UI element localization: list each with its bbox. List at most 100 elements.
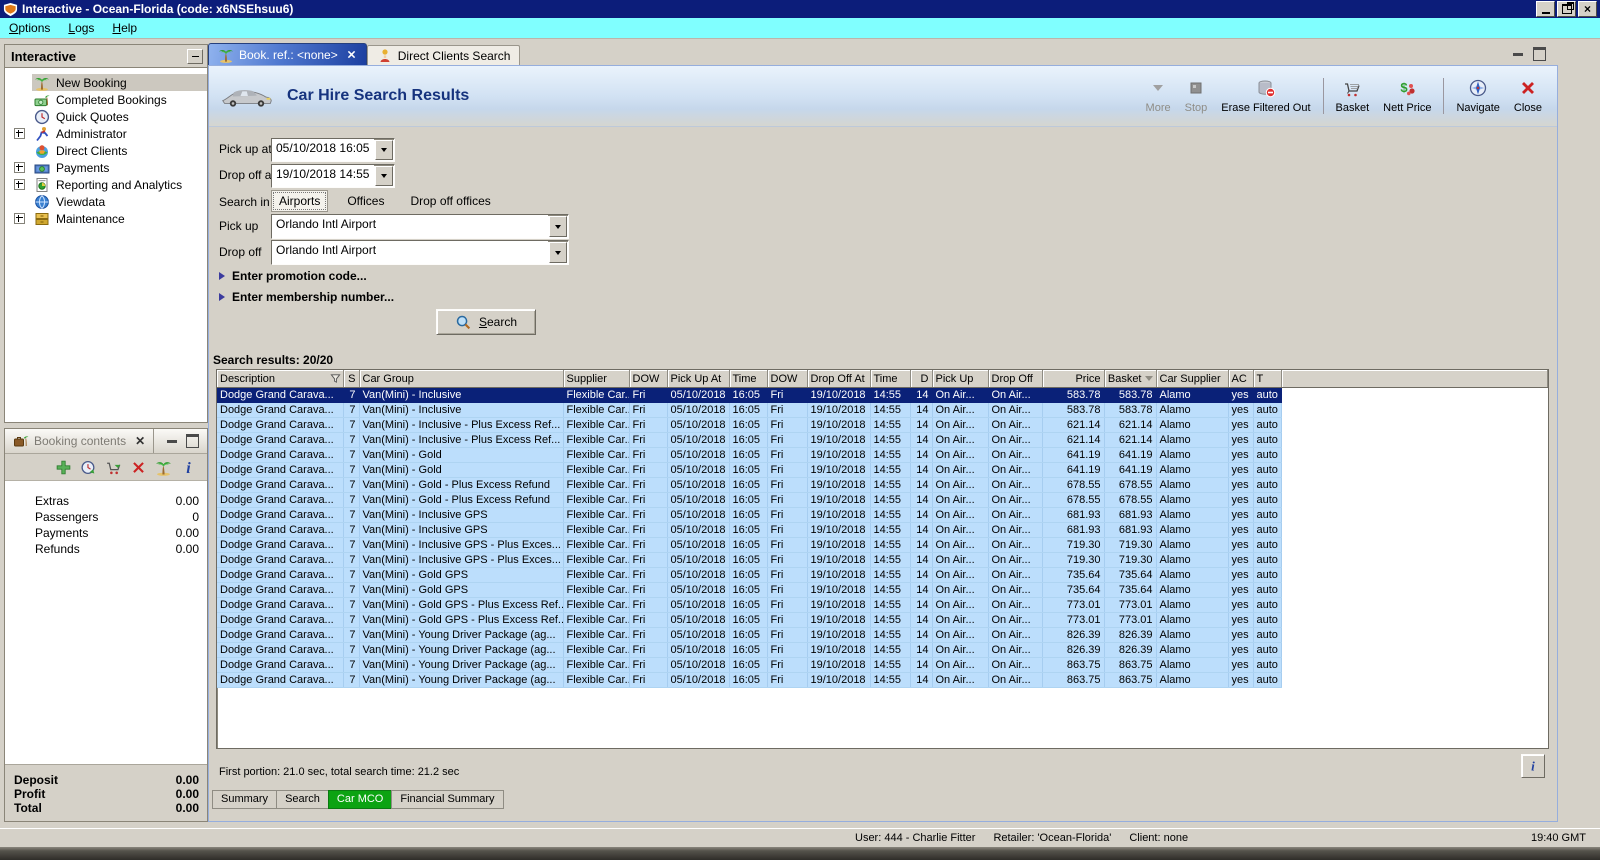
- info-button[interactable]: i: [1521, 754, 1545, 778]
- refresh-icon[interactable]: [80, 459, 97, 476]
- column-header-supplier[interactable]: Supplier: [563, 370, 630, 388]
- pickup-combo[interactable]: Orlando Intl Airport: [271, 214, 569, 239]
- table-row[interactable]: Dodge Grand Carava... 7 Van(Mini) - Gold G…: [217, 582, 1548, 598]
- panel-maximize-icon[interactable]: [1533, 47, 1546, 61]
- table-row[interactable]: Dodge Grand Carava... 7 Van(Mini) - Gold G…: [217, 612, 1548, 628]
- menu-item-options[interactable]: Options: [0, 19, 59, 37]
- panel-minimize-icon[interactable]: [167, 439, 177, 443]
- sidebar-item-payments[interactable]: Payments: [5, 159, 207, 176]
- table-row[interactable]: Dodge Grand Carava... 7 Van(Mini) - Inclus…: [217, 402, 1548, 418]
- chevron-down-icon[interactable]: [549, 216, 567, 237]
- chevron-down-icon[interactable]: [375, 166, 393, 186]
- membership-number-expander[interactable]: Enter membership number...: [219, 290, 394, 304]
- dropoff-value[interactable]: Orlando Intl Airport: [272, 241, 548, 264]
- column-header-description[interactable]: Description: [217, 370, 344, 388]
- toolbar-button-nett-price[interactable]: $ Nett Price: [1376, 72, 1438, 120]
- table-row[interactable]: Dodge Grand Carava... 7 Van(Mini) - Gold Fl…: [217, 447, 1548, 463]
- minimize-button[interactable]: [1536, 1, 1555, 17]
- search-button[interactable]: Search: [436, 309, 536, 335]
- add-icon[interactable]: [55, 459, 72, 476]
- column-header-car_supplier[interactable]: Car Supplier: [1156, 370, 1229, 388]
- search-in-option-airports[interactable]: Airports: [271, 190, 329, 212]
- column-header-dow1[interactable]: DOW: [629, 370, 668, 388]
- menu-item-help[interactable]: Help: [103, 19, 146, 37]
- dropoff-at-value[interactable]: 19/10/2018 14:55: [272, 165, 374, 187]
- table-row[interactable]: Dodge Grand Carava... 7 Van(Mini) - Young …: [217, 627, 1548, 643]
- column-header-dow2[interactable]: DOW: [767, 370, 808, 388]
- dropoff-at-combo[interactable]: 19/10/2018 14:55: [271, 164, 395, 188]
- sidebar-item-new-booking[interactable]: New Booking: [5, 74, 207, 91]
- panel-maximize-icon[interactable]: [186, 434, 199, 448]
- sidebar-item-quick-quotes[interactable]: Quick Quotes: [5, 108, 207, 125]
- pickup-value[interactable]: Orlando Intl Airport: [272, 215, 548, 238]
- table-row[interactable]: Dodge Grand Carava... 7 Van(Mini) - Young …: [217, 672, 1548, 688]
- bottom-tab-financial-summary[interactable]: Financial Summary: [391, 790, 504, 809]
- tab-close-icon[interactable]: [346, 49, 357, 60]
- table-row[interactable]: Dodge Grand Carava... 7 Van(Mini) - Inclus…: [217, 432, 1548, 448]
- toolbar-button-basket[interactable]: Basket: [1329, 72, 1377, 120]
- table-row[interactable]: Dodge Grand Carava... 7 Van(Mini) - Inclus…: [217, 522, 1548, 538]
- tree-expander-icon[interactable]: [14, 213, 25, 224]
- table-row[interactable]: Dodge Grand Carava... 7 Van(Mini) - Gold G…: [217, 597, 1548, 613]
- tab-book-ref-none[interactable]: Book. ref.: <none>: [208, 43, 367, 65]
- column-header-car_group[interactable]: Car Group: [359, 370, 564, 388]
- column-header-time2[interactable]: Time: [870, 370, 911, 388]
- table-row[interactable]: Dodge Grand Carava... 7 Van(Mini) - Gold G…: [217, 567, 1548, 583]
- cart-add-icon[interactable]: [105, 459, 122, 476]
- tab-direct-clients-search[interactable]: Direct Clients Search: [366, 45, 521, 65]
- sidebar-item-reporting-and-analytics[interactable]: Reporting and Analytics: [5, 176, 207, 193]
- pickup-at-value[interactable]: 05/10/2018 16:05: [272, 139, 374, 161]
- toolbar-button-navigate[interactable]: Navigate: [1449, 72, 1506, 120]
- pickup-at-combo[interactable]: 05/10/2018 16:05: [271, 138, 395, 162]
- table-row[interactable]: Dodge Grand Carava... 7 Van(Mini) - Gold -…: [217, 477, 1548, 493]
- promotion-code-expander[interactable]: Enter promotion code...: [219, 269, 367, 283]
- toolbar-button-close[interactable]: Close: [1507, 72, 1549, 120]
- bottom-tab-summary[interactable]: Summary: [212, 790, 278, 809]
- sidebar-item-viewdata[interactable]: Viewdata: [5, 193, 207, 210]
- delete-icon[interactable]: [130, 459, 147, 476]
- chevron-down-icon[interactable]: [549, 242, 567, 263]
- column-header-dropoff_at[interactable]: Drop Off At: [807, 370, 871, 388]
- column-header-s[interactable]: S: [343, 370, 360, 388]
- booking-contents-tab[interactable]: Booking contents ✕: [5, 429, 155, 453]
- column-header-dropoff[interactable]: Drop Off: [988, 370, 1043, 388]
- table-row[interactable]: Dodge Grand Carava... 7 Van(Mini) - Inclus…: [217, 537, 1548, 553]
- chevron-down-icon[interactable]: [375, 140, 393, 160]
- sidebar-item-direct-clients[interactable]: Direct Clients: [5, 142, 207, 159]
- tree-expander-icon[interactable]: [14, 128, 25, 139]
- column-header-pickup_at[interactable]: Pick Up At: [667, 370, 730, 388]
- sidebar-item-maintenance[interactable]: Maintenance: [5, 210, 207, 227]
- column-header-d[interactable]: D: [910, 370, 933, 388]
- bottom-tab-search[interactable]: Search: [276, 790, 329, 809]
- toolbar-button-erase-filtered-out[interactable]: Erase Filtered Out: [1214, 72, 1317, 120]
- table-row[interactable]: Dodge Grand Carava... 7 Van(Mini) - Inclus…: [217, 417, 1548, 433]
- palm-icon[interactable]: [155, 459, 172, 476]
- info-icon[interactable]: i: [180, 459, 197, 475]
- column-header-basket[interactable]: Basket: [1104, 370, 1157, 388]
- bottom-tab-car-mco[interactable]: Car MCO: [327, 790, 393, 809]
- column-header-pickup[interactable]: Pick Up: [932, 370, 989, 388]
- restore-button[interactable]: [1557, 1, 1576, 17]
- menu-item-logs[interactable]: Logs: [59, 19, 103, 37]
- table-row[interactable]: Dodge Grand Carava... 7 Van(Mini) - Inclus…: [217, 552, 1548, 568]
- close-panel-icon[interactable]: ✕: [135, 434, 145, 448]
- search-in-option-offices[interactable]: Offices: [340, 191, 391, 211]
- column-header-ac[interactable]: AC: [1228, 370, 1254, 388]
- column-header-time1[interactable]: Time: [729, 370, 768, 388]
- tree-expander-icon[interactable]: [14, 162, 25, 173]
- column-header-t[interactable]: T: [1253, 370, 1282, 388]
- collapse-panel-button[interactable]: [187, 48, 203, 64]
- table-row[interactable]: Dodge Grand Carava... 7 Van(Mini) - Inclus…: [217, 507, 1548, 523]
- table-row[interactable]: Dodge Grand Carava... 7 Van(Mini) - Gold Fl…: [217, 462, 1548, 478]
- sidebar-item-administrator[interactable]: Administrator: [5, 125, 207, 142]
- search-in-option-drop-off-offices[interactable]: Drop off offices: [403, 191, 497, 211]
- panel-minimize-icon[interactable]: [1513, 52, 1523, 56]
- table-row[interactable]: Dodge Grand Carava... 7 Van(Mini) - Inclus…: [217, 387, 1548, 403]
- sidebar-item-completed-bookings[interactable]: Completed Bookings: [5, 91, 207, 108]
- table-row[interactable]: Dodge Grand Carava... 7 Van(Mini) - Young …: [217, 642, 1548, 658]
- table-row[interactable]: Dodge Grand Carava... 7 Van(Mini) - Young …: [217, 657, 1548, 673]
- dropoff-combo[interactable]: Orlando Intl Airport: [271, 240, 569, 265]
- close-button[interactable]: ×: [1578, 1, 1597, 17]
- tree-expander-icon[interactable]: [14, 179, 25, 190]
- table-row[interactable]: Dodge Grand Carava... 7 Van(Mini) - Gold -…: [217, 492, 1548, 508]
